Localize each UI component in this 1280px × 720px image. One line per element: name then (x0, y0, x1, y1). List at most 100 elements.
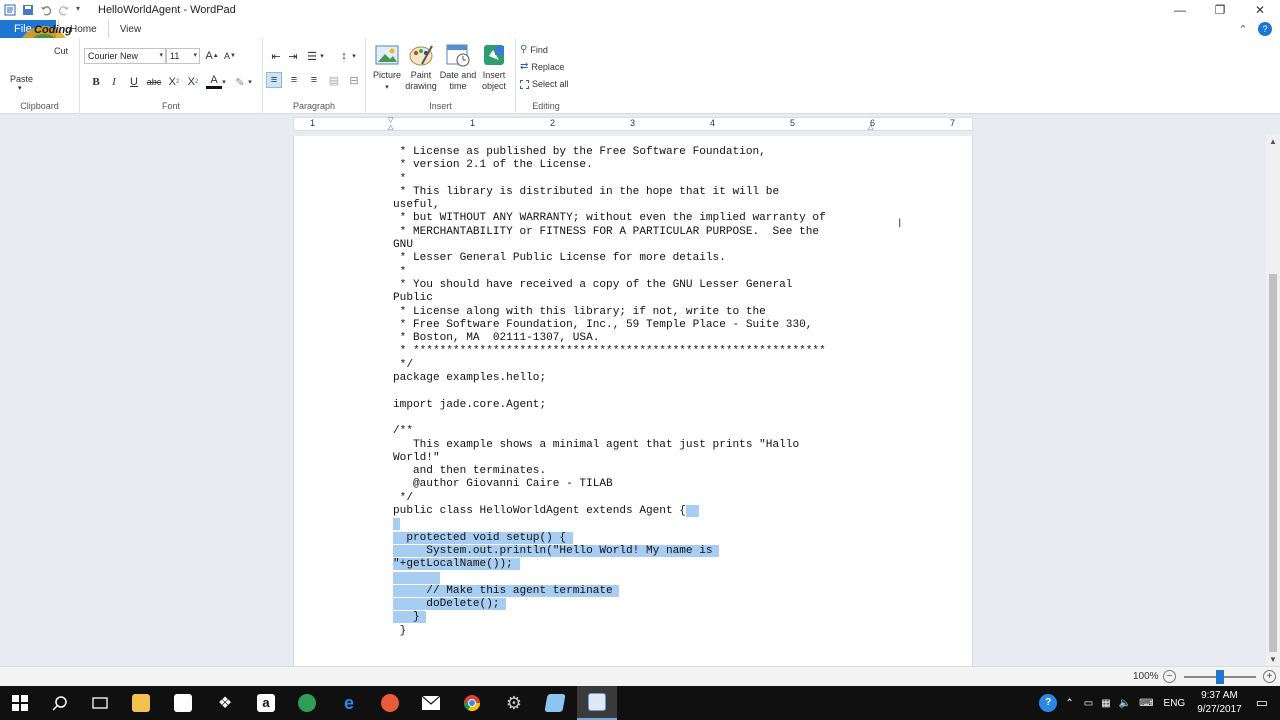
minimize-button[interactable]: — (1160, 0, 1200, 20)
scrollbar-thumb[interactable] (1269, 274, 1277, 652)
document-line[interactable]: } (393, 611, 893, 624)
italic-icon[interactable]: I (106, 74, 122, 90)
document-line[interactable]: @author Giovanni Caire - TILAB (393, 478, 893, 491)
document-line[interactable]: } (393, 625, 893, 638)
document-line[interactable] (393, 518, 893, 531)
volume-icon[interactable]: 🔈 (1119, 698, 1131, 709)
strikethrough-icon[interactable]: abc (146, 74, 162, 90)
customize-toolbar-chevron-icon[interactable]: ▾ (76, 4, 88, 16)
document-line[interactable]: // Make this agent terminate (393, 584, 893, 598)
wordpad-app-icon[interactable] (4, 4, 16, 16)
underline-icon[interactable]: U (126, 74, 142, 90)
paint-drawing-button[interactable]: Paint drawing (401, 42, 441, 92)
decrease-indent-icon[interactable]: ⇤ (268, 48, 284, 64)
document-line[interactable] (393, 412, 893, 425)
document-line[interactable]: protected void setup() { (393, 531, 893, 545)
increase-indent-icon[interactable]: ⇥ (285, 48, 301, 64)
document-line[interactable]: * (393, 173, 893, 186)
document-line[interactable]: useful, (393, 199, 893, 212)
clock[interactable]: 9:37 AM 9/27/2017 (1197, 689, 1242, 717)
line-spacing-dropdown-icon[interactable]: ▾ (350, 48, 358, 64)
insert-object-button[interactable]: Insert object (474, 42, 514, 92)
document-line[interactable]: Public (393, 292, 893, 305)
document-line[interactable]: * Free Software Foundation, Inc., 59 Tem… (393, 319, 893, 332)
document-line[interactable]: System.out.println("Hello World! My name… (393, 544, 893, 558)
justify-icon[interactable]: ▤ (326, 72, 342, 88)
document-line[interactable] (393, 571, 893, 585)
vertical-scrollbar[interactable]: ▲ ▼ (1266, 134, 1280, 666)
help-icon[interactable]: ? (1258, 22, 1272, 36)
document-line[interactable]: */ (393, 492, 893, 505)
paste-dropdown-icon[interactable]: ▾ (18, 84, 22, 92)
scroll-down-arrow-icon[interactable]: ▼ (1266, 652, 1280, 666)
wordpad-taskbar-button[interactable] (577, 686, 617, 720)
search-button[interactable] (40, 686, 80, 720)
document-line[interactable]: * Lesser General Public License for more… (393, 252, 893, 265)
font-size-select[interactable]: 11 ▾ (166, 48, 200, 64)
battery-icon[interactable]: ▭ (1084, 698, 1093, 709)
dropbox-button[interactable]: ❖ (205, 686, 245, 720)
save-icon[interactable] (22, 4, 34, 16)
restore-button[interactable]: ❐ (1200, 0, 1240, 20)
file-explorer-button[interactable] (121, 686, 161, 720)
ruler[interactable]: 1 1 2 3 4 5 6 7 ▽ △ △ (293, 117, 973, 131)
left-indent-marker-bottom[interactable]: △ (388, 123, 393, 131)
align-right-icon[interactable]: ≡ (306, 72, 322, 88)
document-line[interactable]: * License as published by the Free Softw… (393, 146, 893, 159)
document-line[interactable]: This example shows a minimal agent that … (393, 439, 893, 452)
edge-button[interactable]: e (329, 686, 369, 720)
subscript-icon[interactable]: X2 (166, 74, 182, 90)
start-button[interactable] (0, 686, 40, 720)
bold-icon[interactable]: B (88, 74, 104, 90)
scroll-up-arrow-icon[interactable]: ▲ (1266, 134, 1280, 148)
document-line[interactable]: doDelete(); (393, 598, 893, 611)
chevron-up-icon[interactable]: ⌃ (1065, 698, 1073, 709)
document-line[interactable]: * MERCHANTABILITY or FITNESS FOR A PARTI… (393, 226, 893, 239)
undo-icon[interactable] (40, 4, 52, 16)
tab-view[interactable]: View (109, 20, 153, 38)
zoom-in-button[interactable]: + (1263, 670, 1276, 683)
keyboard-icon[interactable]: ⌨ (1139, 698, 1153, 709)
task-view-button[interactable] (80, 686, 120, 720)
document-line[interactable]: World!" (393, 452, 893, 465)
document-line[interactable]: * but WITHOUT ANY WARRANTY; without even… (393, 212, 893, 225)
document-line[interactable]: * version 2.1 of the License. (393, 159, 893, 172)
document-line[interactable]: * License along with this library; if no… (393, 306, 893, 319)
document-line[interactable]: * **************************************… (393, 345, 893, 358)
date-time-button[interactable]: Date and time (438, 42, 478, 92)
document-line[interactable]: "+getLocalName()); (393, 558, 893, 571)
document-line[interactable]: * This library is distributed in the hop… (393, 186, 893, 199)
document-line[interactable]: GNU (393, 239, 893, 252)
right-indent-marker[interactable]: △ (868, 123, 873, 131)
zoom-slider-thumb[interactable] (1216, 670, 1224, 684)
paragraph-settings-icon[interactable]: ⊟ (346, 72, 362, 88)
superscript-icon[interactable]: X2 (185, 74, 201, 90)
highlight-dropdown-icon[interactable]: ▾ (246, 74, 254, 90)
redo-icon[interactable] (58, 4, 70, 16)
chrome-button[interactable] (452, 686, 492, 720)
mail-button[interactable] (411, 686, 451, 720)
select-all-button[interactable]: Select all (520, 79, 569, 89)
help-icon[interactable]: ? (1039, 694, 1058, 712)
close-button[interactable]: ✕ (1240, 0, 1280, 20)
shrink-font-icon[interactable]: A ▼ (222, 48, 238, 64)
document-line[interactable]: */ (393, 359, 893, 372)
document-line[interactable]: public class HelloWorldAgent extends Age… (393, 505, 893, 518)
amazon-button[interactable]: a (246, 686, 286, 720)
network-icon[interactable]: ▦ (1101, 698, 1110, 709)
font-family-select[interactable]: Courier New ▾ (84, 48, 166, 64)
document-line[interactable]: * Boston, MA 02111-1307, USA. (393, 332, 893, 345)
find-button[interactable]: ⚲ Find (520, 44, 548, 55)
zoom-out-button[interactable]: − (1163, 670, 1176, 683)
align-left-icon[interactable]: ≡ (266, 72, 282, 88)
document-line[interactable]: and then terminates. (393, 465, 893, 478)
cut-label[interactable]: Cut (54, 46, 68, 56)
document-line[interactable]: * You should have received a copy of the… (393, 279, 893, 292)
tripadvisor-button[interactable] (287, 686, 327, 720)
document-line[interactable]: import jade.core.Agent; (393, 399, 893, 412)
document-text[interactable]: * License as published by the Free Softw… (393, 146, 893, 638)
settings-button[interactable]: ⚙ (494, 686, 534, 720)
document-line[interactable]: package examples.hello; (393, 372, 893, 385)
store-button[interactable] (163, 686, 203, 720)
document-page[interactable]: * License as published by the Free Softw… (293, 136, 973, 666)
